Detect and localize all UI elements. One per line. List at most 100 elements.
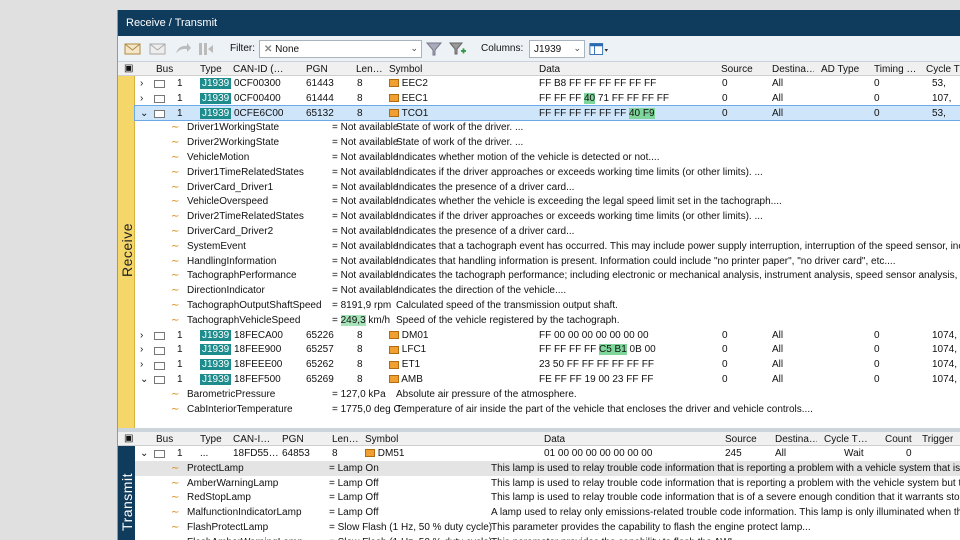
step-icon[interactable]: [196, 40, 216, 58]
col-source[interactable]: Source: [721, 64, 753, 75]
signal-row[interactable]: ∼ DirectionIndicator = Not available Indica…: [135, 283, 960, 298]
signal-row[interactable]: ∼ Driver2TimeRelatedStates = Not available…: [135, 209, 960, 224]
col-pgn[interactable]: PGN: [282, 434, 304, 445]
signal-description: State of work of the driver. ...: [396, 122, 524, 134]
layout-icon[interactable]: ▣: [124, 433, 133, 444]
symbol-text: DM51: [377, 448, 405, 459]
signal-row[interactable]: ∼ FlashProtectLamp = Slow Flash (1 Hz, 50 …: [135, 520, 960, 535]
col-destination[interactable]: Destina…: [772, 64, 814, 75]
database-icon: [389, 330, 399, 339]
signal-row[interactable]: ∼ DriverCard_Driver2 = Not available Indica…: [135, 224, 960, 239]
signal-row[interactable]: ∼ MalfunctionIndicatorLamp = Lamp Off A lam…: [135, 505, 960, 520]
col-can-id[interactable]: CAN-I…: [233, 434, 271, 445]
signal-row[interactable]: ∼ HandlingInformation = Not available Indic…: [135, 254, 960, 269]
database-icon: [389, 108, 399, 117]
col-type[interactable]: Type: [200, 434, 222, 445]
signal-row[interactable]: ∼ Driver1WorkingState = Not available State…: [135, 120, 960, 135]
signal-value: = Lamp Off: [329, 477, 379, 489]
signal-row[interactable]: ∼FlashAmberWarningLamp= Slow Flash (1 Hz…: [135, 535, 960, 540]
signal-value: = Not available: [332, 255, 399, 267]
signal-value: = Not available: [332, 166, 399, 178]
signal-row[interactable]: ∼ TachographOutputShaftSpeed = 8191,9 rpm C…: [135, 298, 960, 313]
expand-toggle-icon[interactable]: ⌄: [140, 448, 148, 459]
col-pgn[interactable]: PGN: [306, 64, 328, 75]
col-ad-type[interactable]: AD Type: [821, 64, 859, 75]
data-bytes: FF B8 FF FF FF FF FF FF: [539, 78, 657, 89]
message-row[interactable]: › 1 J1939 0CF00300 61443 8 EEC2 FF B8 FF FF FF…: [135, 76, 960, 91]
signal-value: = 1775,0 deg C: [332, 403, 401, 415]
data-cell: FF FF FF FF FF FF 40 F9: [539, 107, 655, 119]
signal-row[interactable]: ∼ ProtectLamp = Lamp On This lamp is used t…: [135, 460, 960, 476]
transmit-tab[interactable]: Transmit: [118, 432, 135, 540]
signal-row[interactable]: ∼ RedStopLamp = Lamp Off This lamp is used …: [135, 490, 960, 505]
message-row[interactable]: ⌄ 1... 18FD55… 64853 8 DM51 01 00 00 00 00 00…: [135, 446, 960, 461]
message-row[interactable]: › 1 J1939 0CF00400 61444 8 EEC1 FF FF FF 40 71…: [135, 91, 960, 106]
source-cell: 0: [722, 344, 728, 356]
signal-value: = 8191,9 rpm: [332, 300, 392, 311]
signal-row[interactable]: ∼ Driver2WorkingState = Not available State…: [135, 135, 960, 150]
signal-value-unit: km/h: [365, 314, 391, 326]
bus-cell: 1: [177, 374, 183, 385]
layout-icon[interactable]: ▣: [124, 63, 133, 74]
col-count[interactable]: Count: [885, 434, 912, 445]
message-row[interactable]: › 1 J1939 18FEEE00 65262 8 ET1 23 50 FF FF FF …: [135, 357, 960, 372]
envelope-send-icon[interactable]: [148, 40, 168, 58]
symbol-text: TCO1: [401, 107, 429, 119]
signal-value: = Not available: [332, 211, 399, 223]
col-timing[interactable]: Timing …: [874, 64, 920, 75]
column-layout-icon[interactable]: [589, 40, 609, 58]
add-filter-icon[interactable]: [448, 40, 468, 58]
signal-row[interactable]: ∼ VehicleOverspeed = Not available Indicate…: [135, 194, 960, 209]
col-destination[interactable]: Destina…: [775, 434, 817, 445]
cycle-time-cell: 107,: [932, 92, 952, 104]
signal-row[interactable]: ∼ TachographPerformance = Not available Ind…: [135, 268, 960, 283]
signal-wave-icon: ∼: [171, 181, 180, 193]
expand-toggle-icon: ›: [140, 92, 144, 104]
source-cell: 0: [722, 329, 728, 341]
signal-row[interactable]: ∼ BarometricPressure = 127,0 kPa Absolute a…: [135, 387, 960, 402]
col-cycle-time[interactable]: Cycle T…: [926, 64, 960, 75]
col-symbol[interactable]: Symbol: [389, 64, 422, 75]
col-symbol[interactable]: Symbol: [365, 434, 398, 445]
signal-row[interactable]: ∼ CabInteriorTemperature = 1775,0 deg C Tem…: [135, 402, 960, 417]
col-len[interactable]: Len…: [356, 64, 384, 75]
message-row[interactable]: ⌄ 1 J1939 0CFE6C00 65132 8 TCO1 FF FF FF FF FF…: [134, 104, 960, 122]
receive-header: ▣ Bus Type CAN-ID (… PGN Len… Symbol Dat…: [118, 62, 960, 76]
type-cell: J1939: [200, 92, 232, 104]
signal-name: DirectionIndicator: [187, 285, 265, 297]
col-source[interactable]: Source: [725, 434, 757, 445]
signal-row[interactable]: ∼ VehicleMotion = Not available Indicates w…: [135, 150, 960, 165]
envelope-icon: [154, 375, 165, 386]
col-can-id[interactable]: CAN-ID (…: [233, 64, 299, 75]
source-cell: 0: [722, 78, 728, 89]
message-row[interactable]: › 1 J1939 18FEE900 65257 8 LFC1 FF FF FF FF C5…: [135, 342, 960, 357]
col-data[interactable]: Data: [539, 64, 560, 75]
symbol-text: EEC1: [401, 92, 428, 104]
filter-dropdown[interactable]: ✕ None ⌄: [259, 40, 422, 58]
signal-row[interactable]: ∼ AmberWarningLamp = Lamp Off This lamp is …: [135, 476, 960, 491]
signal-row[interactable]: ∼ DriverCard_Driver1 = Not available Indica…: [135, 180, 960, 195]
message-row[interactable]: › 1 J1939 18FECA00 65226 8 DM01 FF 00 00 00 00…: [135, 328, 960, 343]
envelope-icon[interactable]: [123, 40, 143, 58]
receive-tab[interactable]: Receive: [118, 62, 135, 428]
signal-row[interactable]: ∼ Driver1TimeRelatedStates = Not available…: [135, 165, 960, 180]
col-cycle-time[interactable]: Cycle T…: [824, 434, 868, 445]
signal-row[interactable]: ∼ SystemEvent = Not available Indicates tha…: [135, 239, 960, 254]
col-type[interactable]: Type: [200, 64, 222, 75]
columns-dropdown[interactable]: J1939 ⌄: [529, 40, 585, 58]
symbol-cell: TCO1: [389, 108, 428, 119]
signal-wave-icon: ∼: [171, 240, 180, 252]
signal-wave-icon: ∼: [171, 122, 180, 134]
signal-name: TachographVehicleSpeed: [187, 314, 301, 326]
funnel-icon[interactable]: [424, 40, 444, 58]
col-bus[interactable]: Bus: [156, 64, 173, 75]
col-len[interactable]: Len…: [332, 434, 360, 445]
symbol-text: ET1: [401, 359, 421, 371]
col-data[interactable]: Data: [544, 434, 565, 445]
message-row[interactable]: ⌄ 1 J1939 18FEF500 65269 8 AMB FE FF FF 19 00 …: [135, 372, 960, 387]
col-bus[interactable]: Bus: [156, 434, 173, 445]
signal-description: Indicates whether the vehicle is exceedi…: [396, 196, 782, 208]
forward-icon[interactable]: [173, 40, 193, 58]
col-trigger[interactable]: Trigger: [922, 434, 953, 445]
signal-row[interactable]: ∼ TachographVehicleSpeed = 249,3 km/h Speed…: [135, 313, 960, 328]
